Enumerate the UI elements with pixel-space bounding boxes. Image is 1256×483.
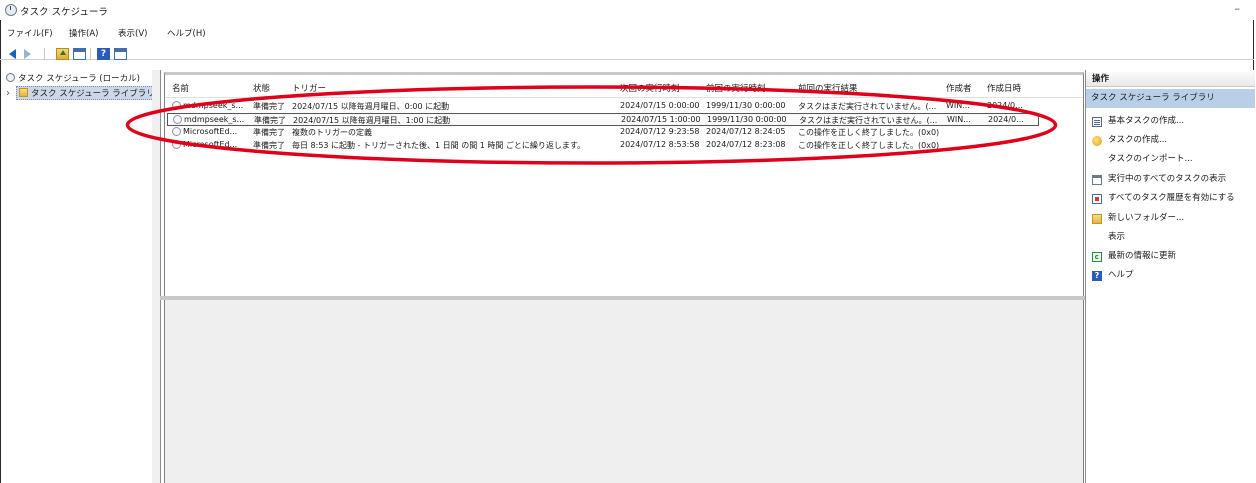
task-detail-pane <box>164 300 1084 483</box>
column-header-name[interactable]: 名前 <box>172 82 189 94</box>
column-header-trigger[interactable]: トリガー <box>292 82 326 94</box>
back-arrow-icon[interactable] <box>9 49 16 59</box>
task-last-run: 2024/07/12 8:24:05 <box>706 127 786 136</box>
running-tasks-icon <box>1092 175 1102 185</box>
action-refresh[interactable]: 最新の情報に更新 <box>1086 248 1255 265</box>
action-label: すべてのタスク履歴を有効にする <box>1108 193 1235 203</box>
column-header-author[interactable]: 作成者 <box>946 82 972 94</box>
task-next-run: 2024/07/15 0:00:00 <box>620 101 700 110</box>
column-header-created[interactable]: 作成日時 <box>987 82 1021 94</box>
action-label: 基本タスクの作成... <box>1108 116 1185 126</box>
task-name: mdmpseek_s... <box>184 115 245 124</box>
pane-splitter[interactable] <box>152 70 161 483</box>
title-bar: タスク スケジューラ – <box>0 0 1254 20</box>
action-label: 新しいフォルダー... <box>1108 213 1185 223</box>
task-list-header: 名前 状態 トリガー 次回の実行時刻 前回の実行時刻 前回の実行結果 作成者 作… <box>165 77 1083 98</box>
task-next-run: 2024/07/12 9:23:58 <box>620 127 700 136</box>
action-label: タスクのインポート... <box>1108 154 1193 164</box>
toolbar-separator <box>90 48 91 60</box>
task-last-run: 2024/07/12 8:23:08 <box>706 140 786 149</box>
actions-pane: 操作 タスク スケジューラ ライブラリ 基本タスクの作成... タスクの作成..… <box>1085 70 1255 483</box>
folder-icon <box>19 88 28 97</box>
action-display-running-tasks[interactable]: 実行中のすべてのタスクの表示 <box>1086 171 1255 188</box>
task-created: 2024/0... <box>988 115 1024 124</box>
table-row[interactable]: MicrosoftEd... 準備完了 毎日 8:53 に起動 - トリガーされ… <box>167 139 1039 152</box>
console-tree: タスク スケジューラ (ローカル) › タスク スケジューラ ライブラリ <box>2 70 158 483</box>
column-header-last-result[interactable]: 前回の実行結果 <box>798 82 858 94</box>
expander-icon[interactable]: › <box>6 88 16 99</box>
toolbar-separator <box>44 48 45 60</box>
action-help[interactable]: ? ヘルプ <box>1086 267 1255 284</box>
action-label: 表示 <box>1108 232 1126 242</box>
task-last-result: この操作を正しく終了しました。(0x0) <box>798 141 940 150</box>
tree-item-root[interactable]: タスク スケジューラ (ローカル) <box>6 72 140 86</box>
task-clock-icon <box>173 115 182 124</box>
table-row-selected[interactable]: mdmpseek_s... 準備完了 2024/07/15 以降毎週月曜日、1:… <box>167 113 1039 126</box>
task-status: 準備完了 <box>253 141 285 150</box>
task-author: WIN... <box>947 115 971 124</box>
task-trigger: 2024/07/15 以降毎週月曜日、1:00 に起動 <box>293 116 451 125</box>
history-icon <box>1092 194 1102 204</box>
help-icon: ? <box>1092 271 1102 281</box>
action-import-task[interactable]: タスクのインポート... <box>1086 151 1255 168</box>
action-label: ヘルプ <box>1108 270 1134 280</box>
task-trigger: 2024/07/15 以降毎週月曜日、0:00 に起動 <box>292 102 450 111</box>
task-status: 準備完了 <box>254 116 286 125</box>
folder-icon <box>1092 214 1102 224</box>
minimize-button[interactable]: – <box>1235 2 1241 15</box>
task-last-result: この操作を正しく終了しました。(0x0) <box>798 128 940 137</box>
task-last-result: タスクはまだ実行されていません。(... <box>798 102 937 111</box>
column-header-last-run[interactable]: 前回の実行時刻 <box>706 82 766 94</box>
task-next-run: 2024/07/15 1:00:00 <box>621 115 701 124</box>
action-create-task[interactable]: タスクの作成... <box>1086 132 1255 149</box>
task-clock-icon <box>172 140 181 149</box>
properties-icon[interactable] <box>73 48 86 60</box>
forward-arrow-icon[interactable] <box>24 49 31 59</box>
task-status: 準備完了 <box>253 128 285 137</box>
action-label: 最新の情報に更新 <box>1108 251 1177 261</box>
refresh-icon <box>1092 252 1102 262</box>
action-enable-history[interactable]: すべてのタスク履歴を有効にする <box>1086 190 1255 207</box>
task-last-run: 1999/11/30 0:00:00 <box>707 115 787 124</box>
task-status: 準備完了 <box>253 102 285 111</box>
task-trigger: 毎日 8:53 に起動 - トリガーされた後、1 日間 の間 1 時間 ごとに繰… <box>292 141 586 150</box>
actions-section-header[interactable]: タスク スケジューラ ライブラリ <box>1086 89 1255 108</box>
actions-title: 操作 <box>1086 72 1255 87</box>
toolbar: ? <box>0 38 1254 60</box>
task-name: mdmpseek_s... <box>183 101 244 110</box>
task-created: 2024/0... <box>987 101 1023 110</box>
action-label: タスクの作成... <box>1108 135 1168 145</box>
menu-bar: ファイル(F) 操作(A) 表示(V) ヘルプ(H) <box>0 22 1254 39</box>
task-list: 名前 状態 トリガー 次回の実行時刻 前回の実行時刻 前回の実行結果 作成者 作… <box>164 72 1084 300</box>
wizard-icon <box>1092 117 1102 127</box>
tree-item-library[interactable]: › タスク スケジューラ ライブラリ <box>6 86 158 100</box>
column-header-status[interactable]: 状態 <box>253 82 270 94</box>
action-label: 実行中のすべてのタスクの表示 <box>1108 174 1227 184</box>
up-folder-icon[interactable] <box>56 48 69 60</box>
column-header-next-run[interactable]: 次回の実行時刻 <box>620 82 680 94</box>
create-task-icon <box>1092 136 1102 146</box>
tree-library-label: タスク スケジューラ ライブラリ <box>31 89 155 99</box>
table-row[interactable]: mdmpseek_s... 準備完了 2024/07/15 以降毎週月曜日、0:… <box>167 100 1039 113</box>
task-clock-icon <box>172 127 181 136</box>
task-last-run: 1999/11/30 0:00:00 <box>706 101 786 110</box>
task-last-result: タスクはまだ実行されていません。(... <box>799 116 938 125</box>
window-title: タスク スケジューラ <box>20 7 108 18</box>
tree-root-label: タスク スケジューラ (ローカル) <box>18 74 140 84</box>
action-new-folder[interactable]: 新しいフォルダー... <box>1086 210 1255 227</box>
tree-library-selection: タスク スケジューラ ライブラリ <box>16 86 158 100</box>
task-name: MicrosoftEd... <box>183 140 238 149</box>
task-name: MicrosoftEd... <box>183 127 238 136</box>
task-author: WIN... <box>946 101 970 110</box>
task-clock-icon <box>172 101 181 110</box>
action-view[interactable]: 表示 <box>1086 229 1255 246</box>
clock-icon <box>6 73 15 82</box>
show-hide-pane-icon[interactable] <box>114 48 127 60</box>
task-trigger: 複数のトリガーの定義 <box>292 128 372 137</box>
clock-icon <box>5 4 17 16</box>
task-next-run: 2024/07/12 8:53:58 <box>620 140 700 149</box>
help-icon[interactable]: ? <box>97 48 110 60</box>
table-row[interactable]: MicrosoftEd... 準備完了 複数のトリガーの定義 2024/07/1… <box>167 126 1039 139</box>
action-create-basic-task[interactable]: 基本タスクの作成... <box>1086 113 1255 130</box>
